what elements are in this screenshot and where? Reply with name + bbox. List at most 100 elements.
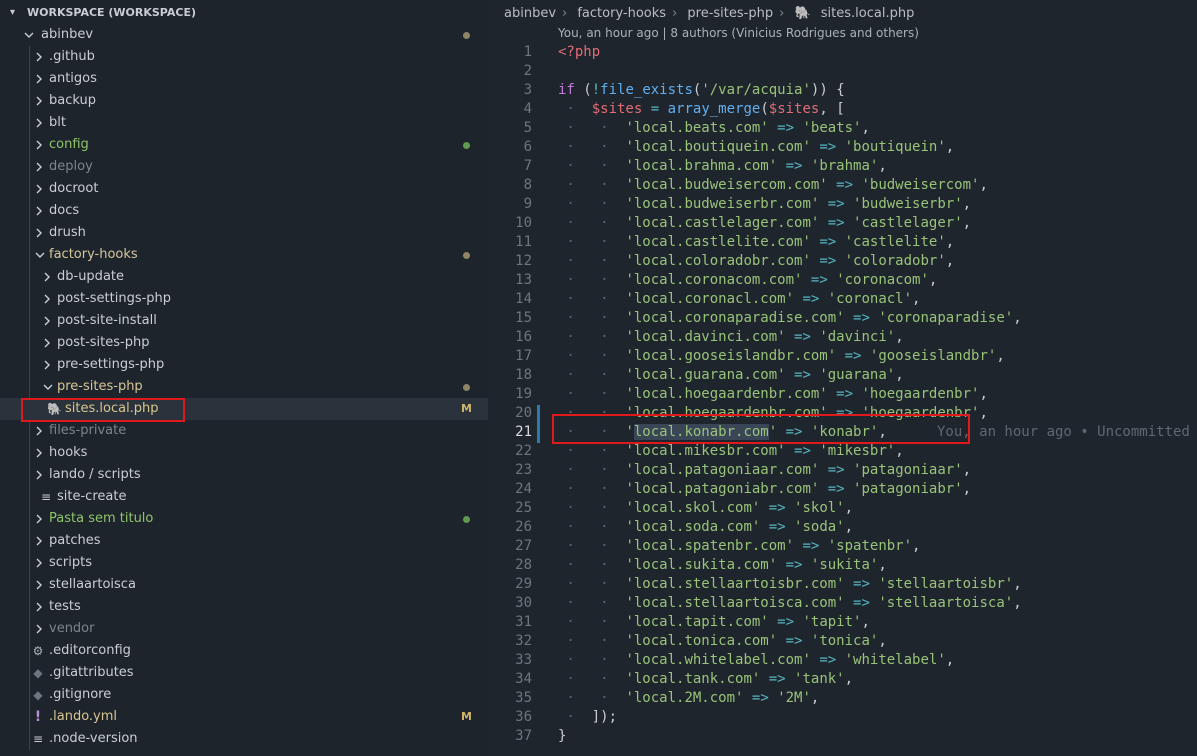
code-text[interactable]: · · 'local.hoegaardenbr.com' => 'hoegaar…: [558, 385, 988, 404]
code-text[interactable]: · · 'local.beats.com' => 'beats',: [558, 119, 870, 138]
tree-item-gitattributes[interactable]: ◆ .gitattributes: [0, 662, 488, 684]
code-text[interactable]: · ]);: [558, 708, 617, 727]
line-number[interactable]: 5: [489, 119, 532, 138]
chevron-right-icon[interactable]: [35, 623, 43, 635]
line-number[interactable]: 29: [489, 575, 532, 594]
code-line[interactable]: 30 · · 'local.stellaartoisca.com' => 'st…: [489, 594, 1197, 613]
code-text[interactable]: · · 'local.coronacom.com' => 'coronacom'…: [558, 271, 937, 290]
code-line[interactable]: 11 · · 'local.castlelite.com' => 'castle…: [489, 233, 1197, 252]
chevron-right-icon[interactable]: [35, 205, 43, 217]
line-number[interactable]: 20: [489, 404, 532, 423]
code-line[interactable]: 3 if (!file_exists('/var/acquia')) {: [489, 81, 1197, 100]
code-line[interactable]: 26 · · 'local.soda.com' => 'soda',: [489, 518, 1197, 537]
code-text[interactable]: · · 'local.castlelite.com' => 'castlelit…: [558, 233, 954, 252]
code-text[interactable]: · · 'local.budweiserbr.com' => 'budweise…: [558, 195, 971, 214]
code-text[interactable]: · · 'local.tonica.com' => 'tonica',: [558, 632, 886, 651]
code-text[interactable]: · · 'local.mikesbr.com' => 'mikesbr',: [558, 442, 903, 461]
code-line[interactable]: 32 · · 'local.tonica.com' => 'tonica',: [489, 632, 1197, 651]
code-line[interactable]: 9 · · 'local.budweiserbr.com' => 'budwei…: [489, 195, 1197, 214]
line-number[interactable]: 4: [489, 100, 532, 119]
code-text[interactable]: · · 'local.coronacl.com' => 'coronacl',: [558, 290, 920, 309]
code-line[interactable]: 18 · · 'local.guarana.com' => 'guarana',: [489, 366, 1197, 385]
code-line[interactable]: 10 · · 'local.castlelager.com' => 'castl…: [489, 214, 1197, 233]
code-line[interactable]: 7 · · 'local.brahma.com' => 'brahma',: [489, 157, 1197, 176]
code-line[interactable]: 29 · · 'local.stellaartoisbr.com' => 'st…: [489, 575, 1197, 594]
line-number[interactable]: 27: [489, 537, 532, 556]
tree-item-stellaartoisca[interactable]: stellaartoisca: [0, 574, 488, 596]
code-text[interactable]: · · 'local.stellaartoisbr.com' => 'stell…: [558, 575, 1021, 594]
tree-item-abinbev[interactable]: abinbev: [0, 24, 488, 46]
breadcrumb-item[interactable]: factory-hooks: [577, 6, 666, 21]
workspace-header[interactable]: ▾ WORKSPACE (WORKSPACE): [0, 0, 488, 26]
code-text[interactable]: · · 'local.budweisercom.com' => 'budweis…: [558, 176, 988, 195]
code-text[interactable]: · $sites = array_merge($sites, [: [558, 100, 844, 119]
line-number[interactable]: 36: [489, 708, 532, 727]
code-line[interactable]: 33 · · 'local.whitelabel.com' => 'whitel…: [489, 651, 1197, 670]
code-line[interactable]: 23 · · 'local.patagoniaar.com' => 'patag…: [489, 461, 1197, 480]
chevron-right-icon[interactable]: [35, 161, 43, 173]
code-line[interactable]: 15 · · 'local.coronaparadise.com' => 'co…: [489, 309, 1197, 328]
line-number[interactable]: 28: [489, 556, 532, 575]
tree-item-factory-hooks[interactable]: factory-hooks: [0, 244, 488, 266]
tree-item-db-update[interactable]: db-update: [0, 266, 488, 288]
chevron-right-icon[interactable]: [35, 469, 43, 481]
code-text[interactable]: · · 'local.tank.com' => 'tank',: [558, 670, 853, 689]
line-number[interactable]: 22: [489, 442, 532, 461]
line-number[interactable]: 12: [489, 252, 532, 271]
chevron-right-icon[interactable]: [35, 117, 43, 129]
code-text[interactable]: · · 'local.boutiquein.com' => 'boutiquei…: [558, 138, 954, 157]
code-line[interactable]: 34 · · 'local.tank.com' => 'tank',: [489, 670, 1197, 689]
code-text[interactable]: · · 'local.whitelabel.com' => 'whitelabe…: [558, 651, 954, 670]
line-number[interactable]: 19: [489, 385, 532, 404]
line-number[interactable]: 23: [489, 461, 532, 480]
tree-item-post-site-install[interactable]: post-site-install: [0, 310, 488, 332]
code-text[interactable]: · · 'local.stellaartoisca.com' => 'stell…: [558, 594, 1021, 613]
line-number[interactable]: 14: [489, 290, 532, 309]
code-text[interactable]: · · 'local.skol.com' => 'skol',: [558, 499, 853, 518]
chevron-right-icon[interactable]: [35, 601, 43, 613]
code-line[interactable]: 28 · · 'local.sukita.com' => 'sukita',: [489, 556, 1197, 575]
code-text[interactable]: · · 'local.coronaparadise.com' => 'coron…: [558, 309, 1021, 328]
code-text[interactable]: · · 'local.gooseislandbr.com' => 'goosei…: [558, 347, 1004, 366]
tree-item-lando-yml[interactable]: ! .lando.yml M: [0, 706, 488, 728]
tree-item-deploy[interactable]: deploy: [0, 156, 488, 178]
blame-header[interactable]: You, an hour ago | 8 authors (Vinicius R…: [558, 26, 919, 40]
line-number[interactable]: 33: [489, 651, 532, 670]
code-text[interactable]: · · 'local.soda.com' => 'soda',: [558, 518, 853, 537]
chevron-right-icon[interactable]: [35, 425, 43, 437]
line-number[interactable]: 30: [489, 594, 532, 613]
code-line[interactable]: 35 · · 'local.2M.com' => '2M',: [489, 689, 1197, 708]
chevron-right-icon[interactable]: [35, 227, 43, 239]
tree-item-gitignore[interactable]: ◆ .gitignore: [0, 684, 488, 706]
tree-item-tests[interactable]: tests: [0, 596, 488, 618]
chevron-right-icon[interactable]: [43, 293, 51, 305]
breadcrumb-item[interactable]: pre-sites-php: [687, 6, 773, 21]
code-line[interactable]: 4 · $sites = array_merge($sites, [: [489, 100, 1197, 119]
tree-item-blt[interactable]: blt: [0, 112, 488, 134]
code-line[interactable]: 27 · · 'local.spatenbr.com' => 'spatenbr…: [489, 537, 1197, 556]
code-text[interactable]: · · 'local.castlelager.com' => 'castlela…: [558, 214, 971, 233]
code-editor[interactable]: abinbev › factory-hooks › pre-sites-php › 🐘…: [489, 0, 1197, 756]
line-number[interactable]: 32: [489, 632, 532, 651]
code-text[interactable]: · · 'local.patagoniabr.com' => 'patagoni…: [558, 480, 971, 499]
code-line[interactable]: 17 · · 'local.gooseislandbr.com' => 'goo…: [489, 347, 1197, 366]
tree-item-post-settings-php[interactable]: post-settings-php: [0, 288, 488, 310]
chevron-right-icon[interactable]: [35, 183, 43, 195]
line-number[interactable]: 37: [489, 727, 532, 746]
code-text[interactable]: · · 'local.tapit.com' => 'tapit',: [558, 613, 870, 632]
tree-item-drush[interactable]: drush: [0, 222, 488, 244]
code-text[interactable]: if (!file_exists('/var/acquia')) {: [558, 81, 845, 100]
code-line[interactable]: 6 · · 'local.boutiquein.com' => 'boutiqu…: [489, 138, 1197, 157]
code-line[interactable]: 22 · · 'local.mikesbr.com' => 'mikesbr',: [489, 442, 1197, 461]
tree-item-pre-sites-php[interactable]: pre-sites-php: [0, 376, 488, 398]
chevron-right-icon[interactable]: [43, 359, 51, 371]
line-number[interactable]: 24: [489, 480, 532, 499]
line-number[interactable]: 13: [489, 271, 532, 290]
code-line[interactable]: 31 · · 'local.tapit.com' => 'tapit',: [489, 613, 1197, 632]
code-line[interactable]: 1 <?php: [489, 43, 1197, 62]
code-line[interactable]: 14 · · 'local.coronacl.com' => 'coronacl…: [489, 290, 1197, 309]
code-text[interactable]: · · 'local.guarana.com' => 'guarana',: [558, 366, 903, 385]
tree-item-scripts[interactable]: scripts: [0, 552, 488, 574]
breadcrumb-item[interactable]: abinbev: [504, 6, 556, 21]
line-number[interactable]: 10: [489, 214, 532, 233]
